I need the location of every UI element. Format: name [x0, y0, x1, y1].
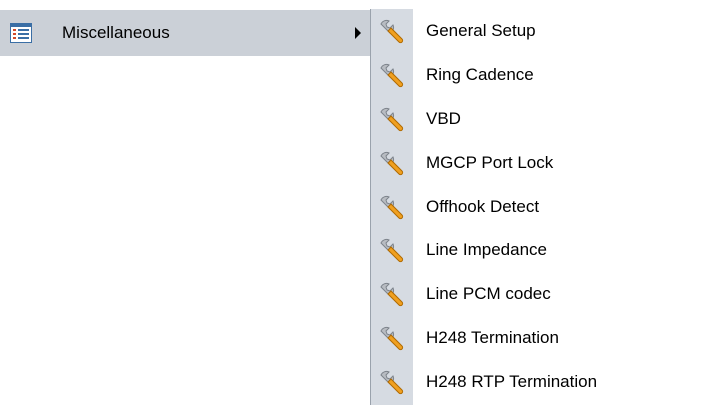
submenu-item-label: VBD	[426, 109, 461, 128]
wrench-icon	[377, 369, 405, 397]
submenu-item-label: Offhook Detect	[426, 197, 540, 216]
submenu-item-label: MGCP Port Lock	[426, 153, 554, 172]
submenu-item[interactable]: Line Impedance	[371, 228, 712, 272]
submenu-item-label: H248 Termination	[426, 328, 559, 347]
wrench-icon	[377, 281, 405, 309]
wrench-icon	[377, 237, 405, 265]
wrench-icon	[377, 62, 405, 90]
menu-item-label: Miscellaneous	[62, 23, 170, 42]
submenu-item[interactable]: H248 Termination	[371, 316, 712, 360]
submenu-item[interactable]: Ring Cadence	[371, 53, 712, 97]
submenu-item[interactable]: VBD	[371, 97, 712, 141]
submenu-item-label: H248 RTP Termination	[426, 372, 598, 391]
list-icon	[10, 23, 32, 43]
submenu: General Setup Ring Cadence VBD MGCP Port Lo…	[370, 9, 712, 405]
wrench-icon	[377, 194, 405, 222]
menu-item-miscellaneous[interactable]: Miscellaneous	[0, 9, 370, 56]
submenu-item-label: Line Impedance	[426, 240, 547, 259]
submenu-item[interactable]: H248 RTP Termination	[371, 360, 712, 404]
submenu-arrow-icon	[355, 27, 361, 39]
submenu-item-label: General Setup	[426, 21, 536, 40]
submenu-item-label: Line PCM codec	[426, 284, 551, 303]
submenu-item-label: Ring Cadence	[426, 65, 534, 84]
wrench-icon	[377, 106, 405, 134]
wrench-icon	[377, 325, 405, 353]
submenu-item[interactable]: Line PCM codec	[371, 272, 712, 316]
submenu-item[interactable]: General Setup	[371, 9, 712, 53]
wrench-icon	[377, 18, 405, 46]
submenu-item[interactable]: MGCP Port Lock	[371, 141, 712, 185]
wrench-icon	[377, 150, 405, 178]
submenu-item[interactable]: Offhook Detect	[371, 185, 712, 229]
